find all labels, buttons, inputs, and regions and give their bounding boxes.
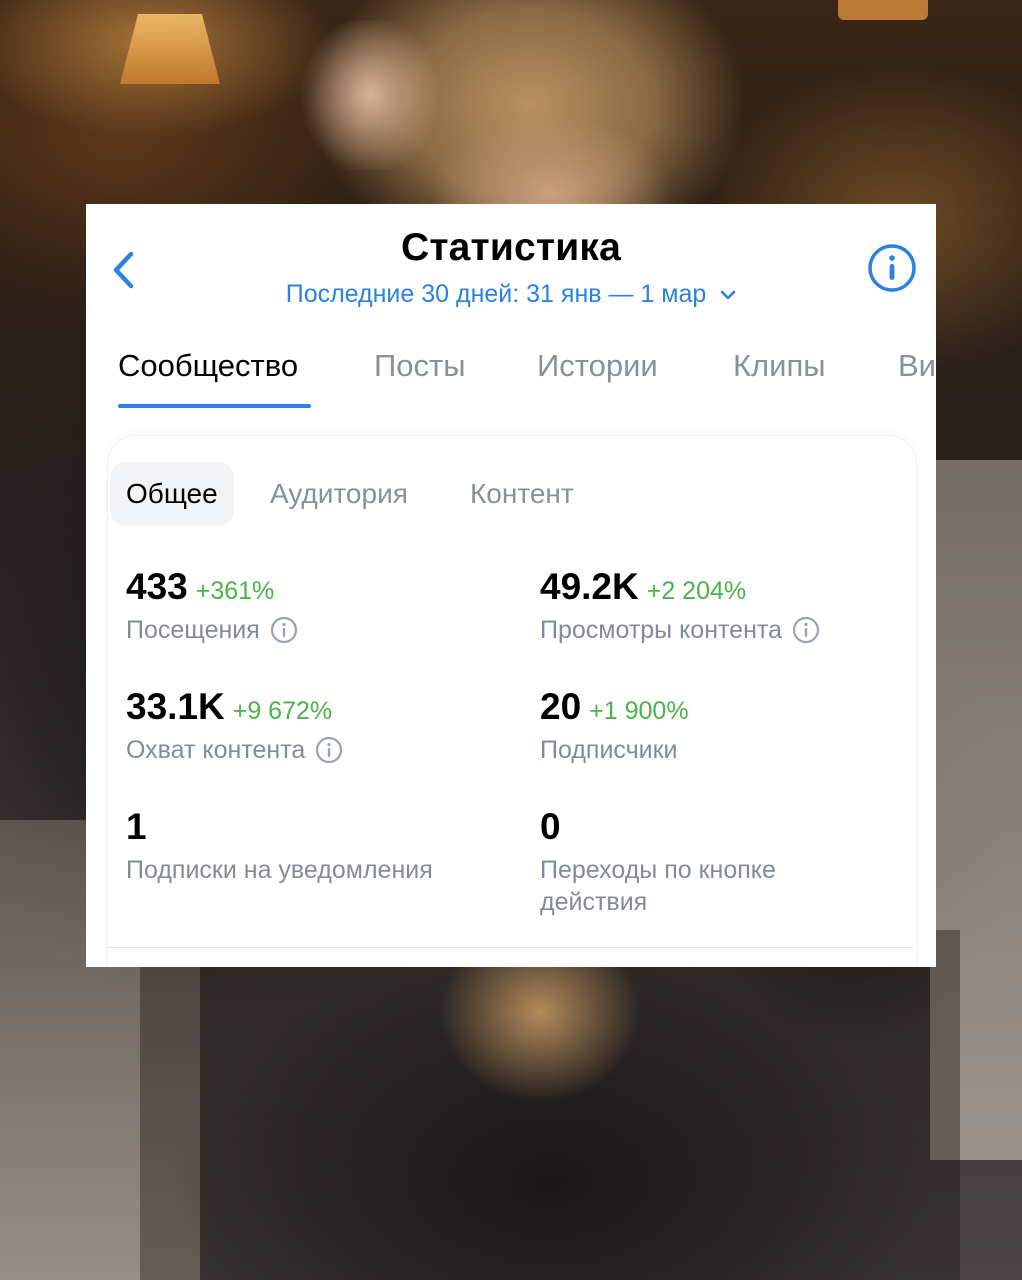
stats-panel: Общее Аудитория Контент 433 +361% Посещен… (108, 436, 916, 967)
statistics-card: Статистика Последние 30 дней: 31 янв — 1… (86, 204, 936, 967)
metric-value: 49.2K (540, 566, 639, 607)
divider (108, 947, 914, 948)
metric-subscribers: 20 +1 900% Подписчики (540, 686, 920, 766)
metric-notification-subscriptions: 1 Подписки на уведомления (126, 806, 506, 886)
metric-label-row: Подписки на уведомления (126, 854, 506, 886)
active-tab-indicator (118, 404, 311, 408)
info-icon[interactable] (792, 616, 820, 644)
subtab-content[interactable]: Контент (454, 462, 590, 526)
lamp-shape (838, 0, 928, 20)
tab-posts[interactable]: Посты (374, 348, 466, 384)
tab-stories[interactable]: Истории (537, 348, 658, 384)
metric-delta: +361% (195, 577, 275, 605)
tab-community[interactable]: Сообщество (118, 348, 298, 384)
metric-delta: +2 204% (646, 577, 747, 605)
metric-label: Посещения (126, 616, 260, 644)
metric-visits: 433 +361% Посещения (126, 566, 506, 646)
page-title: Статистика (400, 226, 621, 269)
metric-value: 33.1K (126, 686, 225, 727)
hair-shape (430, 940, 650, 1120)
info-icon[interactable] (315, 736, 343, 764)
subtab-general[interactable]: Общее (110, 462, 234, 526)
metric-label: Подписчики (540, 736, 678, 764)
metric-action-button-clicks: 0 Переходы по кнопке действия (540, 806, 840, 918)
metric-content-reach: 33.1K +9 672% Охват контента (126, 686, 506, 766)
metric-delta: +1 900% (589, 697, 689, 725)
metric-value: 20 (540, 686, 582, 727)
metric-label: Просмотры контента (540, 616, 782, 644)
tab-clips[interactable]: Клипы (733, 348, 826, 384)
tab-video[interactable]: Ви (898, 348, 936, 384)
metric-value: 1 (126, 806, 147, 847)
info-button[interactable] (866, 242, 918, 294)
metric-label-row: Просмотры контента (540, 614, 920, 646)
hand-shape (300, 20, 440, 170)
metric-label-row: Подписчики (540, 734, 920, 766)
metric-label: Подписки на уведомления (126, 856, 433, 884)
metric-label: Переходы по кнопке действия (540, 856, 776, 916)
period-selector[interactable]: Последние 30 дней: 31 янв — 1 мар (86, 280, 936, 309)
period-label: Последние 30 дней: 31 янв — 1 мар (285, 280, 707, 308)
metric-label-row: Охват контента (126, 734, 506, 766)
metric-label-row: Посещения (126, 614, 506, 646)
metric-label: Охват контента (126, 736, 306, 764)
metric-label-row: Переходы по кнопке действия (540, 854, 840, 918)
metric-content-views: 49.2K +2 204% Просмотры контента (540, 566, 920, 646)
chevron-down-icon (720, 291, 736, 300)
metric-value: 433 (126, 566, 188, 607)
lamp-shape (120, 14, 220, 84)
subtab-audience[interactable]: Аудитория (254, 462, 424, 526)
metric-value: 0 (540, 806, 561, 847)
info-circle-icon (868, 244, 916, 292)
info-icon[interactable] (270, 616, 298, 644)
metric-delta: +9 672% (232, 697, 333, 725)
